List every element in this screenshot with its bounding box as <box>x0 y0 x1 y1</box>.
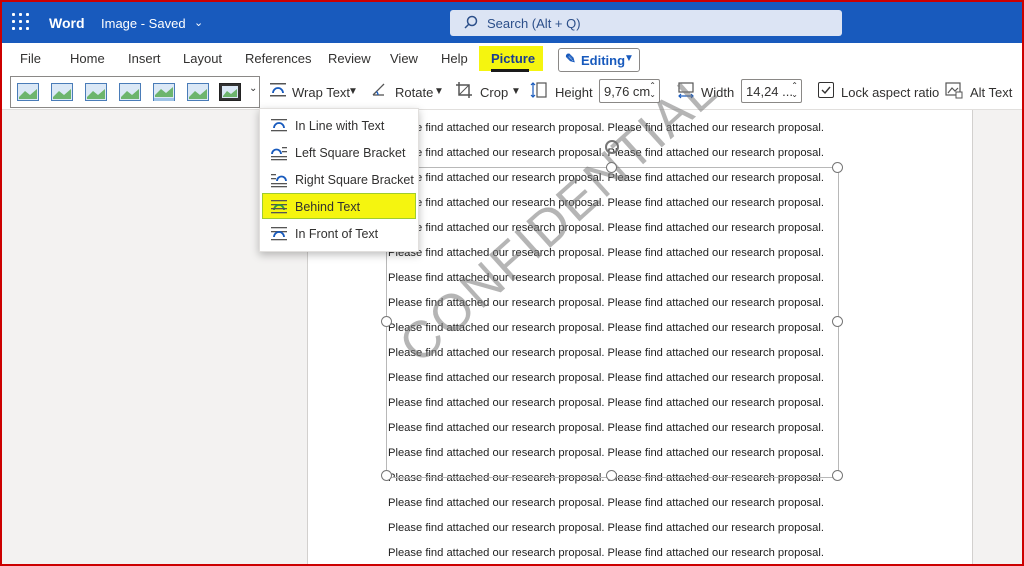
wrap-text-menu: In Line with Text Left Square Bracket Ri… <box>259 108 419 252</box>
menu-picture[interactable]: Picture <box>491 51 535 66</box>
lock-aspect-label[interactable]: Lock aspect ratio <box>841 85 939 100</box>
ribbon-toolbar: ⌄ Wrap Text ▼ Rotate ▼ Crop ▼ Height 9,7… <box>2 73 1022 110</box>
menu-file[interactable]: File <box>20 51 41 66</box>
app-name[interactable]: Word <box>49 15 85 31</box>
picture-style-icon[interactable] <box>85 83 107 101</box>
chevron-down-icon[interactable]: ▼ <box>511 86 521 97</box>
resize-handle[interactable] <box>381 470 392 481</box>
picture-style-icon[interactable] <box>153 83 175 101</box>
paragraph-line[interactable]: Please find attached our research propos… <box>388 547 824 559</box>
menu-view[interactable]: View <box>390 51 418 66</box>
checkmark-icon <box>821 86 831 95</box>
resize-handle[interactable] <box>606 162 617 173</box>
picture-style-icon[interactable] <box>51 83 73 101</box>
paragraph-line[interactable]: Please find attached our research propos… <box>388 122 824 134</box>
search-icon <box>464 15 478 32</box>
editing-mode-button[interactable]: ✎ Editing ▼ <box>558 48 640 72</box>
menu-bar: File Home Insert Layout References Revie… <box>2 43 1022 73</box>
wrap-text-button[interactable]: Wrap Text <box>292 85 350 100</box>
behind-text-icon <box>271 200 287 214</box>
wrap-option-behind-text[interactable]: Behind Text <box>260 194 418 220</box>
pencil-icon: ✎ <box>565 51 576 66</box>
crop-button[interactable]: Crop <box>480 85 508 100</box>
height-value: 9,76 cm <box>604 84 651 99</box>
crop-icon[interactable] <box>455 81 473 99</box>
document-canvas: Please find attached our research propos… <box>2 60 1022 564</box>
search-box[interactable]: Search (Alt + Q) <box>450 10 842 36</box>
chevron-down-icon[interactable]: ⌄ <box>194 16 203 29</box>
menu-review[interactable]: Review <box>328 51 371 66</box>
wrap-option-inline[interactable]: In Line with Text <box>260 113 418 139</box>
resize-handle[interactable] <box>832 162 843 173</box>
resize-handle[interactable] <box>832 316 843 327</box>
picture-style-icon[interactable] <box>219 83 241 101</box>
resize-handle[interactable] <box>381 316 392 327</box>
wrap-option-left-square[interactable]: Left Square Bracket <box>260 140 418 166</box>
search-placeholder: Search (Alt + Q) <box>487 16 581 31</box>
resize-handle[interactable] <box>832 470 843 481</box>
height-label: Height <box>555 85 593 100</box>
in-front-of-text-icon <box>271 227 287 241</box>
inline-wrap-icon <box>271 119 287 132</box>
app-launcher-icon[interactable] <box>12 13 30 31</box>
wrap-option-label: Behind Text <box>295 200 361 214</box>
resize-handle[interactable] <box>606 470 617 481</box>
right-square-wrap-icon <box>271 174 287 188</box>
picture-style-icon[interactable] <box>119 83 141 101</box>
wrap-option-in-front[interactable]: In Front of Text <box>260 221 418 247</box>
rotate-handle-icon[interactable] <box>605 140 619 154</box>
wrap-text-icon[interactable] <box>269 81 287 99</box>
chevron-down-icon[interactable]: ▼ <box>348 86 358 97</box>
width-value: 14,24 ... <box>746 84 793 99</box>
picture-styles-gallery[interactable]: ⌄ <box>10 76 260 108</box>
menu-insert[interactable]: Insert <box>128 51 161 66</box>
lock-aspect-checkbox[interactable] <box>818 82 834 98</box>
alt-text-icon[interactable] <box>945 81 963 99</box>
alt-text-button[interactable]: Alt Text <box>970 85 1012 100</box>
app-window: Word Image - Saved ⌄ Search (Alt + Q) Fi… <box>2 2 1022 564</box>
spinner-arrows-icon[interactable]: ⌃ ⌄ <box>791 81 798 99</box>
width-input[interactable]: 14,24 ... ⌃ ⌄ <box>741 79 802 103</box>
editing-label: Editing <box>581 53 626 68</box>
title-bar: Word Image - Saved ⌄ Search (Alt + Q) <box>2 2 1022 43</box>
active-tab-indicator <box>491 69 529 72</box>
paragraph-line[interactable]: Please find attached our research propos… <box>388 522 824 534</box>
picture-style-icon[interactable] <box>187 83 209 101</box>
wrap-option-label: Right Square Bracket <box>295 173 414 187</box>
menu-home[interactable]: Home <box>70 51 105 66</box>
wrap-option-label: Left Square Bracket <box>295 146 406 160</box>
chevron-down-icon[interactable]: ▼ <box>434 86 444 97</box>
wrap-option-label: In Line with Text <box>295 119 385 133</box>
menu-references[interactable]: References <box>245 51 311 66</box>
paragraph-line[interactable]: Please find attached our research propos… <box>388 497 824 509</box>
height-icon <box>530 82 547 98</box>
menu-help[interactable]: Help <box>441 51 468 66</box>
document-name[interactable]: Image - Saved <box>101 16 186 31</box>
chevron-down-icon[interactable]: ⌄ <box>249 83 257 94</box>
wrap-option-label: In Front of Text <box>295 227 379 241</box>
rotate-icon[interactable] <box>370 81 388 99</box>
wrap-option-right-square[interactable]: Right Square Bracket <box>260 167 418 193</box>
rotate-button[interactable]: Rotate <box>395 85 433 100</box>
left-square-wrap-icon <box>271 147 287 161</box>
picture-style-icon[interactable] <box>17 83 39 101</box>
chevron-down-icon: ▼ <box>624 53 634 64</box>
menu-layout[interactable]: Layout <box>183 51 222 66</box>
